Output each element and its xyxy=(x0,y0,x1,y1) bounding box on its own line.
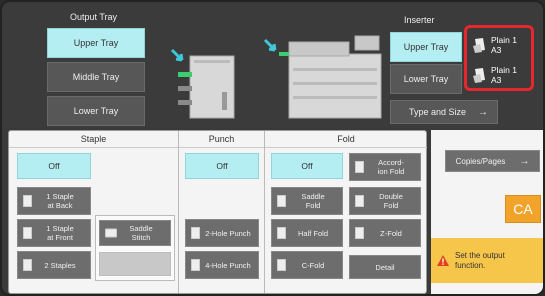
saddle-stitch-group: Saddle Stitch xyxy=(95,215,175,281)
arrow-icon xyxy=(170,48,184,62)
two-hole-punch-label: 2-Hole Punch xyxy=(205,228,251,238)
two-staples-icon xyxy=(23,259,32,271)
output-middle-tray-button[interactable]: Middle Tray xyxy=(47,62,145,92)
book-icon xyxy=(105,228,117,238)
arrow-icon xyxy=(263,38,277,52)
staple-off-button[interactable]: Off xyxy=(17,153,91,179)
inserter-lower-tray-button[interactable]: Lower Tray xyxy=(390,64,462,94)
warning-text: Set the output function. xyxy=(455,250,505,270)
two-hole-punch-icon xyxy=(191,227,200,239)
saddle-stitch-label: Saddle Stitch xyxy=(129,224,153,242)
upper-tray-paper-info: Plain 1 A3 xyxy=(473,32,533,58)
type-and-size-label: Type and Size xyxy=(409,107,467,117)
saddle-stitch-button[interactable]: Saddle Stitch xyxy=(99,220,171,246)
c-fold-label: C-Fold xyxy=(301,260,325,270)
punch-off-button[interactable]: Off xyxy=(185,153,259,179)
four-hole-punch-button[interactable]: 4-Hole Punch xyxy=(185,251,259,279)
punch-title: Punch xyxy=(208,134,235,144)
accordion-fold-label: Accord- ion Fold xyxy=(377,158,405,176)
c-fold-button[interactable]: C-Fold xyxy=(271,251,343,279)
paper-type: Plain 1 xyxy=(491,65,517,75)
fold-detail-button[interactable]: Detail xyxy=(349,255,421,279)
four-hole-punch-icon xyxy=(191,259,200,271)
side-panel: Copies/Pages → CA Set the output functio… xyxy=(431,130,543,294)
one-staple-back-label: 1 Staple at Back xyxy=(46,192,74,210)
one-staple-back-button[interactable]: 1 Staple at Back xyxy=(17,187,91,215)
arrow-right-icon: → xyxy=(478,106,489,118)
z-fold-button[interactable]: Z-Fold xyxy=(349,219,421,247)
finisher-illustration xyxy=(170,48,235,119)
staple-front-icon xyxy=(23,227,32,239)
two-hole-punch-button[interactable]: 2-Hole Punch xyxy=(185,219,259,247)
double-fold-button[interactable]: Double Fold xyxy=(349,187,421,215)
paper-type: Plain 1 xyxy=(491,35,517,45)
z-fold-icon xyxy=(355,227,364,239)
z-fold-label: Z-Fold xyxy=(380,228,402,238)
warning-message: Set the output function. xyxy=(431,238,543,283)
clear-all-button[interactable]: CA xyxy=(505,195,541,223)
paper-size: A3 xyxy=(491,75,502,85)
staple-title: Staple xyxy=(80,134,107,144)
four-hole-punch-label: 4-Hole Punch xyxy=(205,260,251,270)
two-staples-button[interactable]: 2 Staples xyxy=(17,251,91,279)
paper-size: A3 xyxy=(491,45,502,55)
main-unit-illustration xyxy=(263,35,382,119)
inserter-upper-tray-button[interactable]: Upper Tray xyxy=(390,32,462,62)
copies-pages-button[interactable]: Copies/Pages → xyxy=(445,150,540,172)
saddle-fold-label: Saddle Fold xyxy=(301,192,325,210)
arrow-right-icon: → xyxy=(519,155,530,167)
output-upper-tray-button[interactable]: Upper Tray xyxy=(47,28,145,58)
half-fold-button[interactable]: Half Fold xyxy=(271,219,343,247)
double-fold-icon xyxy=(355,195,364,207)
fold-off-button[interactable]: Off xyxy=(271,153,343,179)
finishing-options-panel: Staple Off 1 Staple at Back 1 Staple at … xyxy=(8,130,427,294)
output-lower-tray-button[interactable]: Lower Tray xyxy=(47,96,145,126)
fold-section: Fold Off Accord- ion Fold Saddle Fold Do… xyxy=(265,131,427,293)
accordion-fold-button[interactable]: Accord- ion Fold xyxy=(349,153,421,181)
fold-title: Fold xyxy=(337,134,355,144)
c-fold-icon xyxy=(277,259,286,271)
two-staples-label: 2 Staples xyxy=(44,260,76,270)
paper-tray-icon xyxy=(473,38,485,53)
warning-icon xyxy=(437,255,449,266)
one-staple-front-button[interactable]: 1 Staple at Front xyxy=(17,219,91,247)
half-fold-label: Half Fold xyxy=(297,228,328,238)
inserter-title: Inserter xyxy=(404,15,435,25)
punch-section: Punch Off 2-Hole Punch 4-Hole Punch xyxy=(179,131,265,293)
half-fold-icon xyxy=(277,227,286,239)
disabled-option-button xyxy=(99,252,171,276)
type-and-size-button[interactable]: Type and Size → xyxy=(390,100,498,124)
copies-pages-label: Copies/Pages xyxy=(455,156,506,166)
inserter-paper-status: Plain 1 A3 Plain 1 A3 xyxy=(464,25,534,91)
staple-section: Staple Off 1 Staple at Back 1 Staple at … xyxy=(9,131,179,293)
output-settings-screen: Output Tray Upper Tray Middle Tray Lower… xyxy=(0,0,545,296)
output-tray-title: Output Tray xyxy=(70,12,118,22)
saddle-fold-icon xyxy=(277,195,286,207)
lower-tray-paper-info: Plain 1 A3 xyxy=(473,62,533,88)
accordion-fold-icon xyxy=(355,161,364,173)
one-staple-front-label: 1 Staple at Front xyxy=(46,224,74,242)
saddle-fold-button[interactable]: Saddle Fold xyxy=(271,187,343,215)
staple-back-icon xyxy=(23,195,32,207)
paper-tray-icon xyxy=(473,68,485,83)
double-fold-label: Double Fold xyxy=(379,192,403,210)
